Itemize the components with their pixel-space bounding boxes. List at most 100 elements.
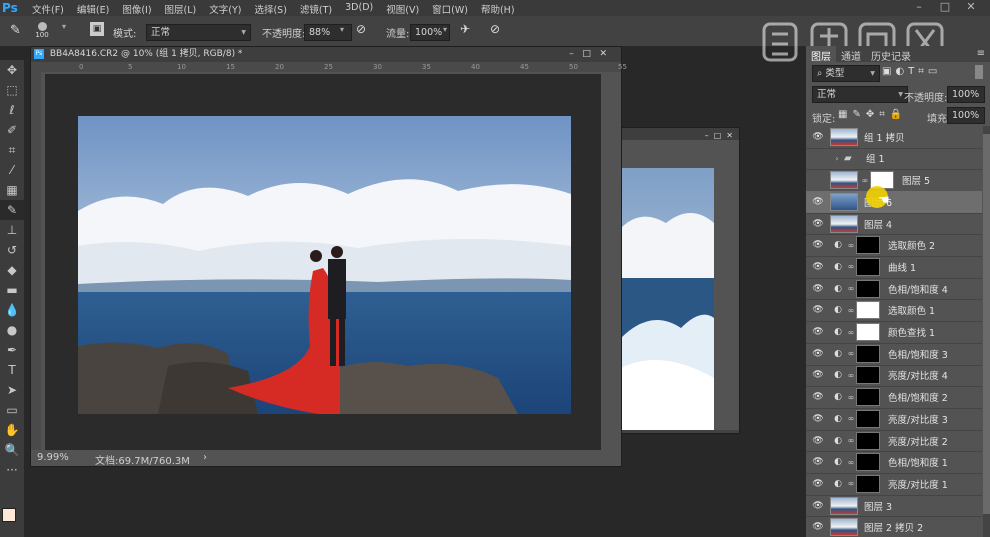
- more-tools-icon[interactable]: ···: [0, 460, 24, 480]
- layer-thumbnail[interactable]: [830, 192, 858, 211]
- link-icon[interactable]: ∞: [846, 284, 856, 293]
- tab-history[interactable]: 历史记录: [866, 46, 916, 63]
- layer-row[interactable]: 👁 ◐ ∞ 亮度/对比度 4: [806, 365, 982, 388]
- eye-icon[interactable]: 👁: [806, 262, 830, 272]
- layers-scrollbar[interactable]: [983, 126, 990, 537]
- scrollbar-thumb[interactable]: [983, 134, 990, 514]
- mode-select[interactable]: 正常 ▾: [146, 24, 251, 41]
- link-icon[interactable]: ∞: [846, 414, 856, 423]
- eye-icon[interactable]: 👁: [806, 370, 830, 380]
- opacity-field[interactable]: 88%: [304, 24, 352, 41]
- pressure-opacity-icon[interactable]: ⊘: [356, 22, 366, 36]
- link-icon[interactable]: ∞: [846, 393, 856, 402]
- layer-opacity-field[interactable]: 100%: [947, 86, 985, 103]
- link-icon[interactable]: ∞: [846, 349, 856, 358]
- eye-icon[interactable]: 👁: [806, 327, 830, 337]
- eye-icon[interactable]: 👁: [806, 284, 830, 294]
- link-icon[interactable]: ∞: [860, 176, 870, 185]
- document-window-buttons[interactable]: – □ ✕: [569, 47, 607, 62]
- link-icon[interactable]: ∞: [846, 306, 856, 315]
- filter-toggle[interactable]: [975, 65, 983, 79]
- layer-thumbnail[interactable]: [830, 127, 858, 146]
- crop-tool-icon[interactable]: ⌗: [0, 140, 24, 160]
- back-document-window[interactable]: – □ ✕: [618, 127, 740, 434]
- eye-icon[interactable]: 👁: [806, 479, 830, 489]
- layer-thumbnail[interactable]: [830, 214, 858, 233]
- layer-row[interactable]: 👁 ◐ ∞ 亮度/对比度 3: [806, 408, 982, 431]
- menu-item-8[interactable]: 视图(V): [386, 2, 419, 16]
- eye-icon[interactable]: 👁: [806, 240, 830, 250]
- foreground-color-swatch[interactable]: [2, 508, 16, 522]
- eye-icon[interactable]: 👁: [806, 522, 830, 532]
- layer-thumbnail[interactable]: [830, 518, 858, 537]
- move-tool-icon[interactable]: ✥: [0, 60, 24, 80]
- layer-mask-thumbnail[interactable]: [856, 453, 880, 472]
- eye-icon[interactable]: 👁: [806, 436, 830, 446]
- layer-filter-select[interactable]: ⌕ 类型 ▾: [812, 65, 880, 82]
- layer-row[interactable]: 👁 ◐ ∞ 色相/饱和度 1: [806, 452, 982, 474]
- link-icon[interactable]: ∞: [846, 436, 856, 445]
- layer-mask-thumbnail[interactable]: [856, 388, 880, 407]
- menu-item-9[interactable]: 窗口(W): [432, 2, 468, 16]
- brush-panel-icon[interactable]: ▣: [90, 22, 104, 36]
- eye-icon[interactable]: 👁: [806, 197, 830, 207]
- back-document-tab[interactable]: – □ ✕: [619, 128, 739, 140]
- tab-layers[interactable]: 图层: [806, 46, 836, 63]
- layer-mask-thumbnail[interactable]: [856, 431, 880, 450]
- tab-channels[interactable]: 通道: [836, 46, 866, 63]
- eye-icon[interactable]: 👁: [806, 349, 830, 359]
- layer-mask-thumbnail[interactable]: [856, 257, 880, 276]
- layer-mask-thumbnail[interactable]: [856, 344, 880, 363]
- gradient-tool-icon[interactable]: ▬: [0, 280, 24, 300]
- dodge-tool-icon[interactable]: ●: [0, 320, 24, 340]
- brush-tool-icon[interactable]: ✎: [10, 23, 21, 38]
- fill-field[interactable]: 100%: [947, 107, 985, 124]
- layer-mask-thumbnail[interactable]: [856, 301, 880, 320]
- airbrush-icon[interactable]: ✈: [460, 22, 470, 36]
- menu-item-0[interactable]: 文件(F): [32, 2, 64, 16]
- layer-row[interactable]: 👁 ◐ ∞ 色相/饱和度 3: [806, 343, 982, 366]
- menu-item-5[interactable]: 选择(S): [254, 2, 286, 16]
- chevron-right-icon[interactable]: ›: [203, 452, 207, 463]
- layer-mask-thumbnail[interactable]: [856, 409, 880, 428]
- menu-item-7[interactable]: 3D(D): [345, 2, 373, 16]
- eye-icon[interactable]: 👁: [806, 501, 830, 511]
- layer-mask-thumbnail[interactable]: [856, 323, 880, 342]
- layer-thumbnail[interactable]: [830, 171, 858, 190]
- lasso-tool-icon[interactable]: ℓ: [0, 100, 24, 120]
- layer-row[interactable]: 👁 图层 3: [806, 495, 982, 518]
- layer-row[interactable]: 👁 ◐ ∞ 曲线 1: [806, 256, 982, 279]
- layer-mask-thumbnail[interactable]: [856, 366, 880, 385]
- layer-row[interactable]: › ▰ 组 1: [806, 148, 982, 171]
- panel-menu-icon[interactable]: ≡: [972, 46, 990, 62]
- layer-row[interactable]: 👁 ◐ ∞ 亮度/对比度 1: [806, 473, 982, 496]
- layer-row[interactable]: 👁 ◐ ∞ 选取颜色 2: [806, 235, 982, 257]
- pressure-size-icon[interactable]: ⊘: [490, 22, 500, 36]
- lock-icons[interactable]: ▦✎✥⌗🔒: [838, 109, 907, 120]
- layer-mask-thumbnail[interactable]: [856, 236, 880, 255]
- pen-tool-icon[interactable]: ✒: [0, 340, 24, 360]
- layer-row[interactable]: 👁 ◐ ∞ 色相/饱和度 2: [806, 386, 982, 409]
- canvas-area[interactable]: [45, 74, 601, 450]
- link-icon[interactable]: ∞: [846, 262, 856, 271]
- chevron-down-icon[interactable]: ▾: [340, 25, 344, 34]
- maximize-button[interactable]: □: [932, 0, 958, 13]
- layer-row[interactable]: 👁图层 6: [806, 191, 982, 214]
- menu-item-3[interactable]: 图层(L): [165, 2, 197, 16]
- layer-filter-icons[interactable]: ▣◐T⌗▭: [882, 66, 941, 77]
- rectangle-tool-icon[interactable]: ▭: [0, 400, 24, 420]
- eye-icon[interactable]: 👁: [806, 457, 830, 467]
- document-tab[interactable]: Ps BB4A8416.CR2 @ 10% (组 1 拷贝, RGB/8) * …: [31, 47, 621, 62]
- menu-item-10[interactable]: 帮助(H): [481, 2, 515, 16]
- eraser-tool-icon[interactable]: ◆: [0, 260, 24, 280]
- zoom-level[interactable]: 9.99%: [37, 452, 69, 463]
- chevron-down-icon[interactable]: ▾: [62, 22, 66, 31]
- history-brush-tool-icon[interactable]: ↺: [0, 240, 24, 260]
- main-document-window[interactable]: Ps BB4A8416.CR2 @ 10% (组 1 拷贝, RGB/8) * …: [30, 46, 627, 467]
- menu-item-4[interactable]: 文字(Y): [209, 2, 241, 16]
- minimize-button[interactable]: –: [906, 0, 932, 13]
- layer-row[interactable]: 👁 图层 4: [806, 213, 982, 236]
- type-tool-icon[interactable]: T: [0, 360, 24, 380]
- eye-icon[interactable]: 👁: [806, 414, 830, 424]
- eye-icon[interactable]: 👁: [806, 305, 830, 315]
